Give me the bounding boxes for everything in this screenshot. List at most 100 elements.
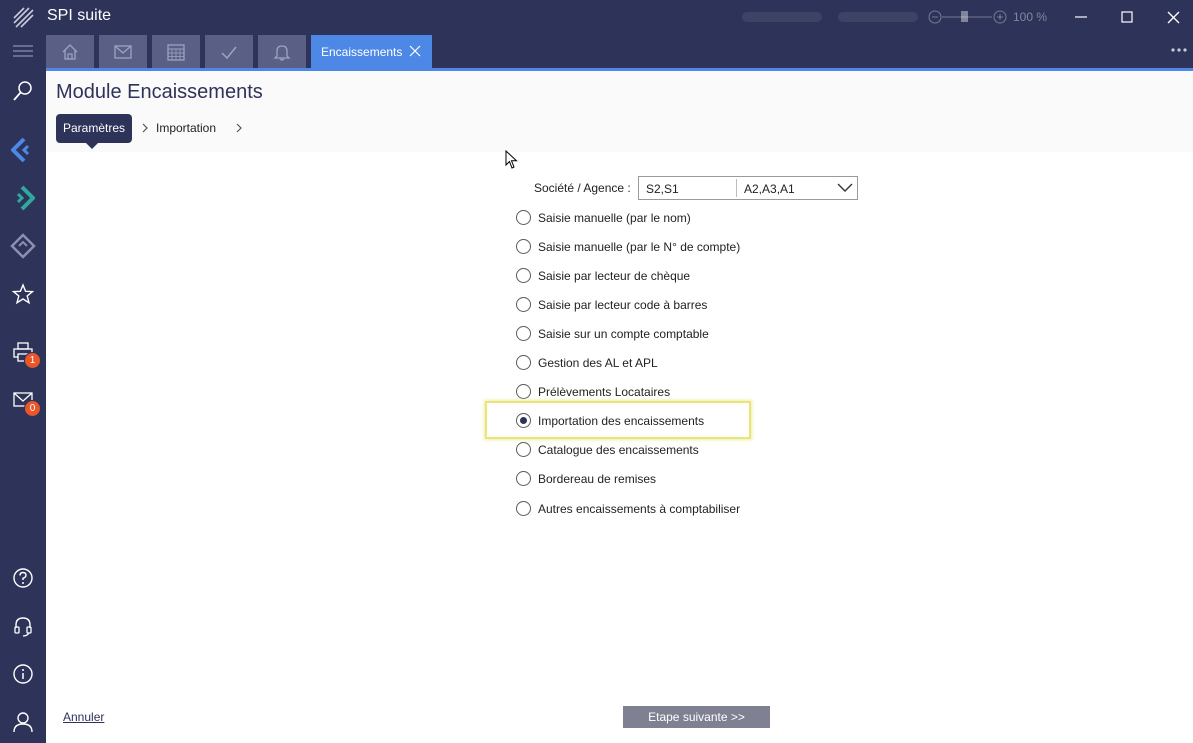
minimize-button[interactable] bbox=[1068, 4, 1094, 30]
radio-label: Prélèvements Locataires bbox=[538, 385, 671, 400]
radio-option[interactable]: Saisie par lecteur code à barres bbox=[516, 295, 796, 315]
radio-label: Gestion des AL et APL bbox=[538, 356, 658, 371]
radio-button[interactable] bbox=[516, 326, 531, 342]
radio-label: Saisie par lecteur code à barres bbox=[538, 298, 708, 313]
headset-icon bbox=[14, 617, 32, 637]
calendar-icon bbox=[167, 43, 185, 61]
cancel-link[interactable]: Annuler bbox=[63, 710, 104, 724]
messages-button[interactable]: 0 bbox=[0, 380, 46, 420]
page-title: Module Encaissements bbox=[56, 81, 263, 103]
chevron-down-icon[interactable] bbox=[837, 181, 853, 195]
app-title: SPI suite bbox=[47, 7, 112, 24]
search-icon bbox=[13, 81, 32, 101]
radio-option[interactable]: Saisie manuelle (par le nom) bbox=[516, 208, 796, 228]
sidebar: 1 0 bbox=[0, 34, 46, 743]
radio-option[interactable]: Importation des encaissements bbox=[516, 411, 796, 431]
radio-button[interactable] bbox=[516, 500, 531, 516]
societe-value: S2,S1 bbox=[646, 182, 679, 196]
favorites-button[interactable] bbox=[0, 274, 46, 314]
radio-option[interactable]: Bordereau de remises bbox=[516, 469, 796, 489]
radio-label: Importation des encaissements bbox=[538, 414, 705, 429]
radio-option[interactable]: Saisie sur un compte comptable bbox=[516, 324, 796, 344]
radio-label: Saisie manuelle (par le nom) bbox=[538, 211, 691, 225]
tab-encaissements[interactable]: Encaissements bbox=[311, 35, 432, 68]
radio-label: Saisie par lecteur de chèque bbox=[538, 269, 691, 284]
tab-calendar[interactable] bbox=[152, 35, 200, 68]
radio-button[interactable] bbox=[516, 471, 531, 487]
close-window-button[interactable] bbox=[1160, 4, 1186, 30]
radio-button[interactable] bbox=[516, 268, 531, 284]
more-options-icon[interactable] bbox=[1169, 40, 1189, 60]
radio-option[interactable]: Saisie manuelle (par le N° de compte) bbox=[516, 237, 796, 257]
mail-badge: 0 bbox=[24, 400, 41, 417]
info-icon bbox=[13, 664, 33, 684]
print-badge: 1 bbox=[24, 352, 41, 369]
blurred-info bbox=[742, 12, 822, 22]
radio-button[interactable] bbox=[516, 442, 531, 458]
radio-button[interactable] bbox=[516, 210, 531, 225]
radio-label: Saisie sur un compte comptable bbox=[538, 327, 709, 342]
app-logo-icon bbox=[13, 7, 34, 28]
check-icon bbox=[221, 46, 237, 59]
hamburger-icon bbox=[13, 45, 33, 57]
home-icon bbox=[62, 43, 78, 60]
minimize-icon bbox=[1075, 16, 1087, 18]
nav-forward-button[interactable] bbox=[0, 178, 46, 218]
user-button[interactable] bbox=[0, 702, 46, 742]
info-button[interactable] bbox=[0, 654, 46, 694]
tab-encaissements-label: Encaissements bbox=[321, 44, 403, 59]
combo-divider bbox=[736, 179, 737, 197]
tab-mail[interactable] bbox=[99, 35, 147, 68]
help-button[interactable] bbox=[0, 558, 46, 598]
user-icon bbox=[13, 712, 33, 733]
radio-label: Saisie manuelle (par le N° de compte) bbox=[538, 240, 741, 255]
next-step-button[interactable]: Etape suivante >> bbox=[623, 706, 770, 728]
radio-option[interactable]: Catalogue des encaissements bbox=[516, 440, 796, 460]
tab-tasks[interactable] bbox=[205, 35, 253, 68]
close-tab-icon[interactable] bbox=[408, 44, 422, 58]
radio-label: Bordereau de remises bbox=[538, 472, 657, 487]
blurred-info bbox=[838, 12, 918, 22]
menu-button[interactable] bbox=[0, 31, 46, 71]
diamond-icon bbox=[10, 233, 36, 259]
radio-option[interactable]: Saisie par lecteur de chèque bbox=[516, 266, 796, 286]
close-icon bbox=[1167, 11, 1179, 23]
societe-agence-select[interactable]: S2,S1 A2,A3,A1 bbox=[638, 176, 858, 200]
radio-button[interactable] bbox=[516, 384, 531, 400]
tab-bar: Encaissements bbox=[46, 34, 1193, 68]
radio-option[interactable]: Autres encaissements à comptabiliser bbox=[516, 499, 796, 519]
title-bar: SPI suite 100 % bbox=[0, 0, 1193, 34]
bell-icon bbox=[273, 44, 291, 61]
radio-label: Catalogue des encaissements bbox=[538, 443, 699, 458]
radio-button[interactable] bbox=[516, 355, 531, 371]
question-icon bbox=[13, 568, 33, 588]
app-window: SPI suite 100 % 1 0 Encaissements Module… bbox=[0, 0, 1193, 743]
support-button[interactable] bbox=[0, 606, 46, 646]
radio-button[interactable] bbox=[516, 413, 531, 429]
maximize-icon bbox=[1121, 11, 1133, 23]
nav-diamond-button[interactable] bbox=[0, 226, 46, 266]
mail-icon bbox=[114, 44, 132, 59]
tab-notifications[interactable] bbox=[258, 35, 306, 68]
search-button[interactable] bbox=[0, 71, 46, 111]
radio-button[interactable] bbox=[516, 297, 531, 313]
tab-home[interactable] bbox=[46, 35, 94, 68]
radio-option[interactable]: Gestion des AL et APL bbox=[516, 353, 796, 373]
arrow-left-diamond-icon bbox=[11, 137, 30, 163]
societe-agence-label: Société / Agence : bbox=[534, 181, 631, 195]
chevron-right-icon bbox=[142, 123, 148, 133]
print-queue-button[interactable]: 1 bbox=[0, 332, 46, 372]
zoom-percent: 100 % bbox=[1013, 10, 1048, 24]
page-header: Module Encaissements Paramètres Importat… bbox=[46, 71, 1193, 152]
star-icon bbox=[12, 283, 34, 305]
radio-option[interactable]: Prélèvements Locataires bbox=[516, 382, 796, 402]
breadcrumb-step-parametres[interactable]: Paramètres bbox=[56, 114, 133, 149]
arrow-right-diamond-icon bbox=[16, 185, 35, 211]
nav-back-button[interactable] bbox=[0, 130, 46, 170]
agence-value: A2,A3,A1 bbox=[744, 182, 795, 196]
maximize-button[interactable] bbox=[1114, 4, 1140, 30]
radio-button[interactable] bbox=[516, 239, 531, 255]
breadcrumb-step-importation[interactable]: Importation bbox=[156, 121, 216, 135]
encaissement-form: Société / Agence : S2,S1 A2,A3,A1 Saisie… bbox=[46, 152, 1193, 692]
chevron-right-icon bbox=[236, 123, 242, 133]
